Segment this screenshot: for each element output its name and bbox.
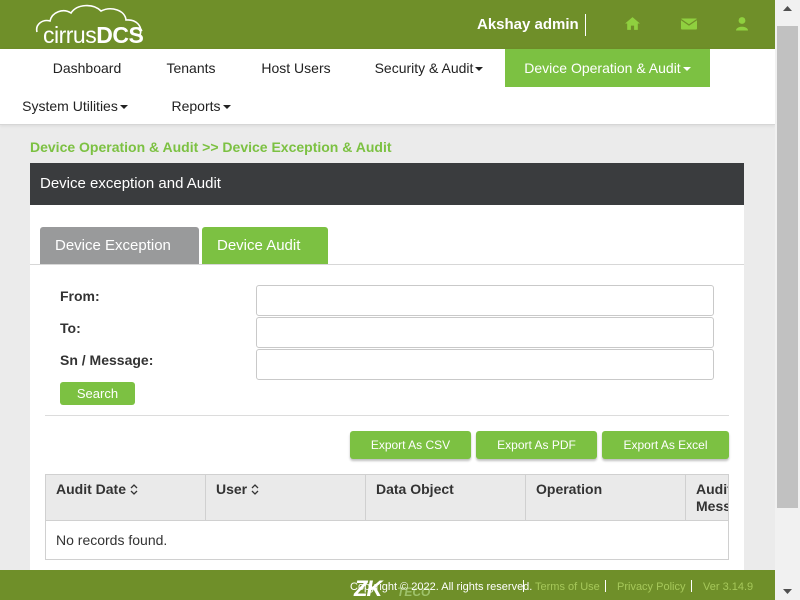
sn-message-label: Sn / Message: — [60, 352, 154, 368]
scrollbar-thumb[interactable] — [777, 26, 798, 508]
tab-device-exception[interactable]: Device Exception — [40, 227, 199, 265]
from-date-input[interactable] — [256, 285, 714, 316]
tab-device-exception-label: Device Exception — [55, 237, 171, 254]
logo-text-light: cirrus — [43, 22, 97, 48]
sort-icon[interactable] — [130, 482, 138, 498]
nav-system-utilities[interactable]: System Utilities — [20, 87, 130, 125]
nav-host-users-label: Host Users — [261, 60, 331, 76]
footer-divider — [691, 580, 692, 592]
nav-dashboard[interactable]: Dashboard — [45, 49, 129, 87]
tab-device-audit[interactable]: Device Audit — [202, 227, 328, 265]
nav-system-utilities-label: System Utilities — [22, 98, 118, 114]
footer-divider — [523, 580, 524, 592]
vertical-scrollbar[interactable] — [775, 0, 800, 600]
export-csv-button[interactable]: Export As CSV — [350, 431, 471, 459]
user-name[interactable]: Akshay admin — [477, 16, 579, 33]
caret-down-icon — [682, 67, 691, 72]
audit-table: Audit Date User Data Object Operation Au… — [45, 474, 729, 560]
sn-message-input[interactable] — [256, 349, 714, 380]
tab-device-audit-label: Device Audit — [217, 237, 301, 254]
column-audit-date[interactable]: Audit Date — [46, 475, 206, 520]
nav-tenants[interactable]: Tenants — [160, 49, 222, 87]
column-operation: Operation — [526, 475, 686, 520]
user-icon[interactable] — [734, 15, 752, 33]
panel-title: Device exception and Audit — [30, 163, 744, 205]
privacy-policy-link[interactable]: Privacy Policy — [617, 581, 685, 593]
scroll-up-arrow-icon[interactable] — [775, 0, 800, 17]
header-divider — [585, 14, 586, 36]
column-audit-date-label: Audit Date — [56, 481, 126, 497]
export-excel-button[interactable]: Export As Excel — [602, 431, 729, 459]
sort-icon[interactable] — [251, 482, 259, 498]
tab-divider — [30, 264, 744, 265]
envelope-icon[interactable] — [680, 15, 698, 33]
nav-host-users[interactable]: Host Users — [257, 49, 335, 87]
caret-down-icon — [222, 105, 231, 110]
nav-device-operation-audit-label: Device Operation & Audit — [524, 60, 681, 76]
main-navigation: Dashboard Tenants Host Users Security & … — [0, 49, 775, 125]
empty-table-message: No records found. — [56, 532, 168, 548]
nav-reports[interactable]: Reports — [168, 87, 234, 125]
copyright-text: Copyright © 2022. All rights reserved. — [350, 581, 533, 593]
top-header-bar: cirrusDCS Akshay admin — [0, 0, 775, 49]
scroll-down-arrow-icon[interactable] — [775, 583, 800, 600]
nav-device-operation-audit[interactable]: Device Operation & Audit — [505, 49, 710, 87]
search-button[interactable]: Search — [60, 382, 135, 405]
nav-tenants-label: Tenants — [166, 60, 216, 76]
nav-security-audit-label: Security & Audit — [374, 60, 474, 76]
logo-text-bold: DCS — [96, 22, 144, 48]
from-label: From: — [60, 288, 100, 304]
table-header: Audit Date User Data Object Operation Au… — [46, 475, 729, 521]
caret-down-icon — [119, 105, 128, 110]
breadcrumb: Device Operation & Audit >> Device Excep… — [30, 139, 392, 155]
column-user-label: User — [216, 481, 248, 497]
column-audit-message-line1: Audit — [696, 481, 729, 497]
cirrusdcs-logo[interactable]: cirrusDCS — [33, 2, 145, 48]
nav-dashboard-label: Dashboard — [52, 60, 122, 76]
terms-of-use-link[interactable]: Terms of Use — [535, 581, 600, 593]
to-label: To: — [60, 320, 81, 336]
column-user[interactable]: User — [206, 475, 366, 520]
column-audit-message-line2: Mess — [696, 498, 729, 514]
version-text: Ver 3.14.9 — [703, 581, 754, 593]
form-divider — [45, 415, 729, 416]
export-pdf-button[interactable]: Export As PDF — [476, 431, 597, 459]
footer-divider — [605, 580, 606, 592]
nav-reports-label: Reports — [171, 98, 221, 114]
column-data-object: Data Object — [366, 475, 526, 520]
column-data-object-label: Data Object — [376, 481, 454, 497]
to-date-input[interactable] — [256, 317, 714, 348]
home-icon[interactable] — [624, 15, 642, 33]
nav-security-audit[interactable]: Security & Audit — [372, 49, 486, 87]
panel-body: Device Exception Device Audit From: To: … — [30, 205, 744, 570]
caret-down-icon — [475, 67, 484, 72]
column-operation-label: Operation — [536, 481, 603, 497]
column-audit-message: Audit Mess — [686, 475, 729, 520]
